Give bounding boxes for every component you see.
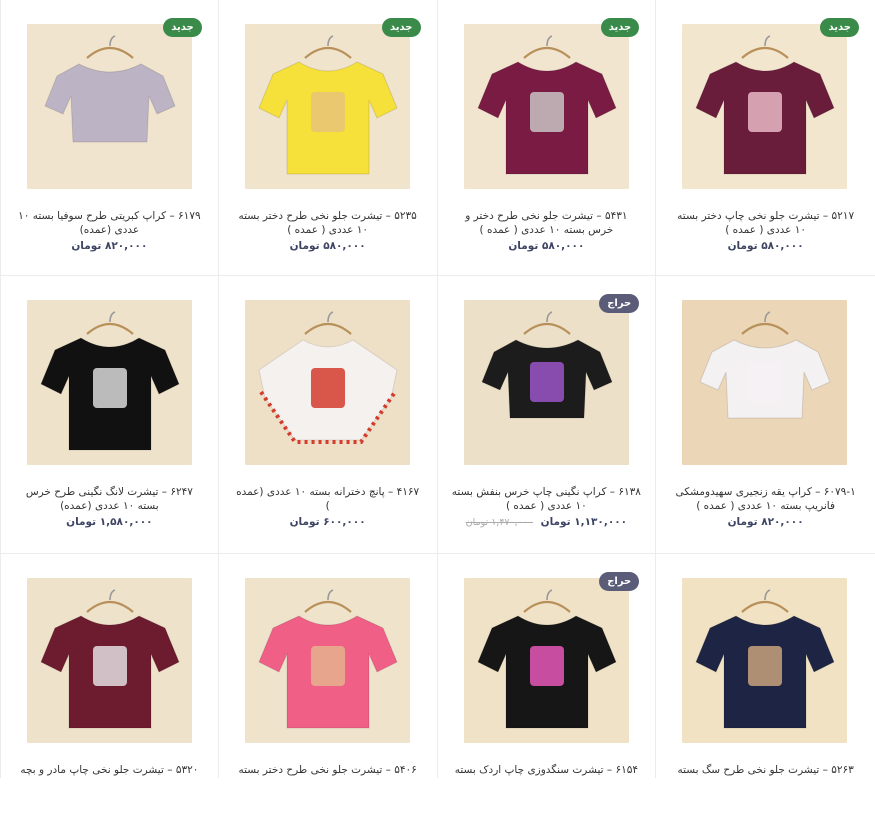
product-title[interactable]: ۵۳۲۰ – تیشرت جلو نخی چاپ مادر و بچه	[15, 763, 204, 777]
sale-badge: حراج	[599, 572, 640, 591]
price-value: ۸۲۰,۰۰۰	[104, 240, 148, 252]
product-image[interactable]	[27, 300, 192, 465]
price-currency: تومان	[289, 516, 320, 528]
product-card[interactable]: ۵۳۲۰ – تیشرت جلو نخی چاپ مادر و بچه	[0, 554, 219, 778]
price-currency: تومان	[540, 516, 571, 528]
product-title[interactable]: ۵۲۱۷ – تیشرت جلو نخی چاپ دختر بسته ۱۰ عد…	[670, 209, 861, 237]
product-title[interactable]: ۶۱۳۸ – کراپ نگینی چاپ خرس بنفش بسته ۱۰ ع…	[452, 485, 642, 513]
product-price: ۸۲۰,۰۰۰ تومان	[666, 516, 865, 528]
product-price: ۶۰۰,۰۰۰ تومان	[229, 516, 427, 528]
price-value: ۸۲۰,۰۰۰	[761, 516, 804, 528]
product-card[interactable]: جدید ۵۲۱۷ – تیشرت جلو نخی چاپ دختر بسته ۱…	[656, 0, 875, 276]
product-title[interactable]: ۶۰۷۹-۱ – کراپ یقه زنجیری سهیدومشکی فانری…	[670, 485, 861, 513]
price-value: ۶۰۰,۰۰۰	[323, 516, 366, 528]
price-currency: تومان	[71, 240, 102, 252]
product-price: ۱,۱۳۰,۰۰۰ تومان ۱,۴۷۰,۰۰۰ تومان	[448, 516, 646, 528]
product-card[interactable]: ۴۱۶۷ – پانچ دخترانه بسته ۱۰ عددی (عمده )…	[218, 276, 438, 554]
price-currency: تومان	[508, 240, 539, 252]
product-image[interactable]	[244, 300, 410, 465]
product-title[interactable]: ۵۲۶۳ – تیشرت جلو نخی طرح سگ بسته ۱۰	[670, 763, 861, 778]
product-image[interactable]	[463, 578, 629, 743]
product-title[interactable]: ۴۱۶۷ – پانچ دخترانه بسته ۱۰ عددی (عمده )	[233, 485, 423, 513]
price-currency: تومان	[289, 240, 320, 252]
new-badge: جدید	[381, 18, 421, 37]
price-value: ۱,۵۸۰,۰۰۰	[99, 516, 153, 528]
old-price: ۱,۴۷۰,۰۰۰ تومان	[465, 517, 533, 528]
product-image[interactable]	[682, 578, 848, 743]
product-card[interactable]: ۵۴۰۶ – تیشرت جلو نخی طرح دختر بسته	[218, 554, 438, 778]
product-price: ۵۸۰,۰۰۰ تومان	[448, 240, 646, 252]
product-price: ۵۸۰,۰۰۰ تومان	[229, 240, 427, 252]
product-image[interactable]	[244, 578, 410, 743]
product-grid: جدید ۶۱۷۹ – کراپ کبریتی طرح سوفیا بسته ۱۰…	[0, 0, 875, 778]
product-title[interactable]: ۶۲۴۷ – تیشرت لانگ نگینی طرح خرس بسته ۱۰ …	[15, 485, 204, 513]
product-image[interactable]	[682, 24, 848, 189]
product-title[interactable]: ۵۴۰۶ – تیشرت جلو نخی طرح دختر بسته	[233, 763, 423, 777]
new-badge: جدید	[820, 18, 859, 37]
product-image[interactable]	[682, 300, 848, 465]
product-title[interactable]: ۶۱۷۹ – کراپ کبریتی طرح سوفیا بسته ۱۰ عدد…	[15, 209, 204, 237]
product-image[interactable]	[27, 578, 192, 743]
price-currency: تومان	[66, 516, 97, 528]
product-card[interactable]: ۶۰۷۹-۱ – کراپ یقه زنجیری سهیدومشکی فانری…	[656, 276, 875, 554]
new-badge: جدید	[163, 18, 202, 37]
product-title[interactable]: ۶۱۵۴ – تیشرت سنگدوزی چاپ اردک بسته	[452, 763, 642, 777]
price-currency: تومان	[727, 516, 758, 528]
product-price: ۵۸۰,۰۰۰ تومان	[666, 240, 865, 252]
product-card[interactable]: جدید ۵۲۳۵ – تیشرت جلو نخی طرح دختر بسته ۱…	[218, 0, 438, 276]
product-price: ۱,۵۸۰,۰۰۰ تومان	[11, 516, 208, 528]
price-currency: تومان	[727, 240, 758, 252]
product-image[interactable]	[463, 24, 629, 189]
sale-badge: حراج	[599, 294, 640, 313]
product-image[interactable]	[463, 300, 629, 465]
product-card[interactable]: حراج ۶۱۳۸ – کراپ نگینی چاپ خرس بنفش بسته …	[437, 276, 657, 554]
product-title[interactable]: ۵۲۳۵ – تیشرت جلو نخی طرح دختر بسته ۱۰ عد…	[233, 209, 423, 237]
product-title[interactable]: ۵۴۳۱ – تیشرت جلو نخی طرح دختر و خرس بسته…	[452, 209, 642, 237]
product-card[interactable]: جدید ۵۴۳۱ – تیشرت جلو نخی طرح دختر و خرس …	[437, 0, 657, 276]
price-value: ۱,۱۳۰,۰۰۰	[574, 516, 628, 528]
product-image[interactable]	[244, 24, 410, 189]
product-card[interactable]: حراج ۶۱۵۴ – تیشرت سنگدوزی چاپ اردک بسته	[437, 554, 657, 778]
product-card[interactable]: ۵۲۶۳ – تیشرت جلو نخی طرح سگ بسته ۱۰	[656, 554, 875, 778]
price-value: ۵۸۰,۰۰۰	[761, 240, 804, 252]
new-badge: جدید	[600, 18, 640, 37]
product-price: ۸۲۰,۰۰۰ تومان	[11, 240, 208, 252]
product-card[interactable]: جدید ۶۱۷۹ – کراپ کبریتی طرح سوفیا بسته ۱۰…	[0, 0, 219, 276]
product-image[interactable]	[27, 24, 192, 189]
product-card[interactable]: ۶۲۴۷ – تیشرت لانگ نگینی طرح خرس بسته ۱۰ …	[0, 276, 219, 554]
price-value: ۵۸۰,۰۰۰	[323, 240, 366, 252]
price-value: ۵۸۰,۰۰۰	[541, 240, 585, 252]
